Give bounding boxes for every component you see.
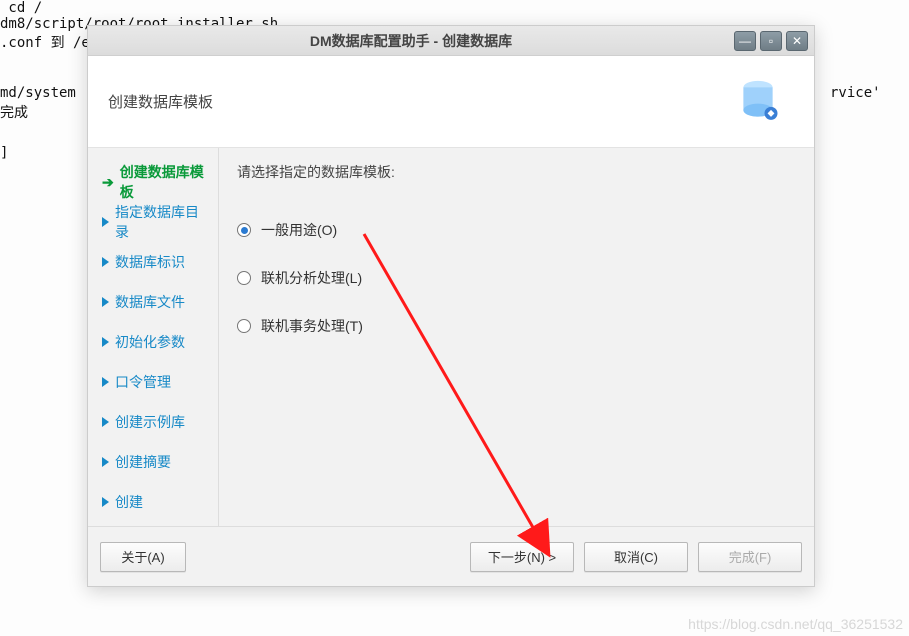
step-create-template[interactable]: ➔ 创建数据库模板: [102, 162, 212, 202]
watermark: https://blog.csdn.net/qq_36251532: [688, 616, 903, 632]
minimize-button[interactable]: —: [734, 31, 756, 51]
triangle-icon: [102, 297, 109, 307]
step-label: 创建示例库: [115, 412, 185, 432]
triangle-icon: [102, 377, 109, 387]
arrow-right-icon: ➔: [102, 174, 114, 191]
triangle-icon: [102, 417, 109, 427]
finish-button: 完成(F): [698, 542, 802, 572]
step-db-identifier[interactable]: 数据库标识: [102, 242, 212, 282]
terminal-line: ]: [0, 145, 8, 161]
maximize-button[interactable]: ▫: [760, 31, 782, 51]
option-label: 联机分析处理(L): [261, 268, 362, 288]
terminal-line: rvice': [830, 85, 881, 101]
terminal-line: 完成: [0, 102, 28, 122]
option-general[interactable]: 一般用途(O): [237, 206, 796, 254]
dialog-window: DM数据库配置助手 - 创建数据库 — ▫ ✕ 创建数据库模板 ➔ 创建数据库模…: [87, 25, 815, 587]
step-create[interactable]: 创建: [102, 482, 212, 522]
window-title: DM数据库配置助手 - 创建数据库: [88, 31, 734, 51]
triangle-icon: [102, 337, 109, 347]
step-summary[interactable]: 创建摘要: [102, 442, 212, 482]
triangle-icon: [102, 217, 109, 227]
triangle-icon: [102, 497, 109, 507]
footer: 关于(A) 下一步(N) > 取消(C) 完成(F): [88, 526, 814, 586]
content-panel: 请选择指定的数据库模板: 一般用途(O) 联机分析处理(L) 联机事务处理(T): [218, 148, 814, 526]
wizard-sidebar: ➔ 创建数据库模板 指定数据库目录 数据库标识 数据库文件 初始化参: [88, 148, 218, 526]
step-specify-directory[interactable]: 指定数据库目录: [102, 202, 212, 242]
step-label: 口令管理: [115, 372, 171, 392]
step-label: 数据库标识: [115, 252, 185, 272]
cancel-button[interactable]: 取消(C): [584, 542, 688, 572]
step-label: 创建: [115, 492, 143, 512]
option-oltp[interactable]: 联机事务处理(T): [237, 302, 796, 350]
step-db-files[interactable]: 数据库文件: [102, 282, 212, 322]
terminal-line: md/system: [0, 85, 76, 101]
step-label: 创建数据库模板: [120, 162, 212, 202]
step-label: 初始化参数: [115, 332, 185, 352]
titlebar[interactable]: DM数据库配置助手 - 创建数据库 — ▫ ✕: [88, 26, 814, 56]
step-label: 创建摘要: [115, 452, 171, 472]
triangle-icon: [102, 257, 109, 267]
step-password[interactable]: 口令管理: [102, 362, 212, 402]
step-sample-db[interactable]: 创建示例库: [102, 402, 212, 442]
terminal-line: cd /: [0, 0, 42, 16]
triangle-icon: [102, 457, 109, 467]
header-label: 创建数据库模板: [108, 91, 732, 112]
radio-icon: [237, 271, 251, 285]
header-strip: 创建数据库模板: [88, 56, 814, 148]
step-label: 数据库文件: [115, 292, 185, 312]
radio-icon: [237, 223, 251, 237]
radio-icon: [237, 319, 251, 333]
next-button[interactable]: 下一步(N) >: [470, 542, 574, 572]
option-label: 一般用途(O): [261, 220, 337, 240]
step-init-params[interactable]: 初始化参数: [102, 322, 212, 362]
terminal-line: .conf 到 /e: [0, 32, 90, 52]
option-olap[interactable]: 联机分析处理(L): [237, 254, 796, 302]
step-label: 指定数据库目录: [115, 202, 212, 242]
close-button[interactable]: ✕: [786, 31, 808, 51]
about-button[interactable]: 关于(A): [100, 542, 186, 572]
database-icon: [732, 76, 784, 128]
option-label: 联机事务处理(T): [261, 316, 363, 336]
template-prompt: 请选择指定的数据库模板:: [237, 162, 796, 182]
